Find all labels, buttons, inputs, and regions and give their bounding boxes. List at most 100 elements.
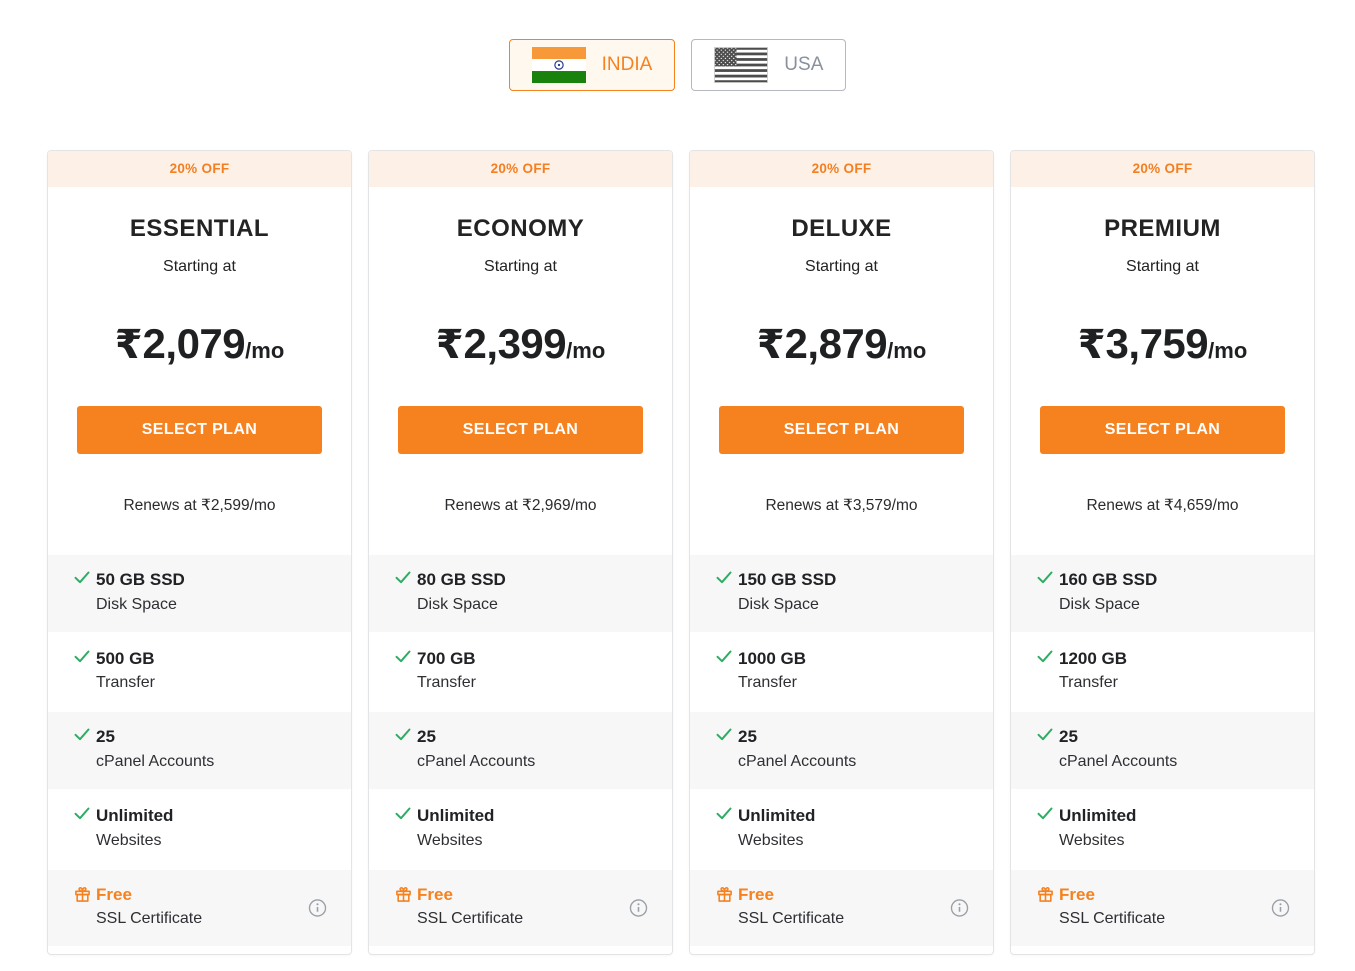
gift-icon xyxy=(74,886,96,903)
feature-value: 1000 GB xyxy=(738,647,806,672)
feature-label: SSL Certificate xyxy=(1059,907,1165,931)
feature-list: 150 GB SSD Disk Space 1000 GB Transfer xyxy=(690,555,993,946)
feature-value: Free xyxy=(96,883,202,908)
check-icon xyxy=(395,650,417,663)
feature-row-cpanel: 25 cPanel Accounts xyxy=(690,710,993,789)
feature-row-ssl: Free SSL Certificate xyxy=(48,868,351,947)
price-period: /mo xyxy=(1208,338,1247,363)
feature-row-cpanel: 25 cPanel Accounts xyxy=(369,710,672,789)
feature-value: 150 GB SSD xyxy=(738,568,836,593)
country-button-usa[interactable]: USA xyxy=(691,39,846,91)
feature-label: Transfer xyxy=(417,671,476,695)
check-icon xyxy=(1037,728,1059,741)
feature-row-ssl: Free SSL Certificate xyxy=(369,868,672,947)
india-flag-icon xyxy=(532,47,586,83)
select-plan-button[interactable]: SELECT PLAN xyxy=(398,406,643,454)
discount-badge: 20% OFF xyxy=(1011,151,1314,187)
feature-label: cPanel Accounts xyxy=(738,750,856,774)
plan-name: PREMIUM xyxy=(1011,215,1314,243)
feature-row-disk: 160 GB SSD Disk Space xyxy=(1011,555,1314,632)
feature-row-transfer: 1200 GB Transfer xyxy=(1011,632,1314,711)
check-icon xyxy=(74,650,96,663)
price-period: /mo xyxy=(566,338,605,363)
check-icon xyxy=(395,571,417,584)
feature-value: 1200 GB xyxy=(1059,647,1127,672)
feature-label: SSL Certificate xyxy=(738,907,844,931)
check-icon xyxy=(1037,807,1059,820)
starting-at-label: Starting at xyxy=(369,258,672,276)
feature-value: 25 xyxy=(417,725,535,750)
feature-value: Free xyxy=(1059,883,1165,908)
usa-flag-icon xyxy=(714,47,768,83)
check-icon xyxy=(716,571,738,584)
feature-value: 25 xyxy=(96,725,214,750)
select-plan-button[interactable]: SELECT PLAN xyxy=(77,406,322,454)
starting-at-label: Starting at xyxy=(690,258,993,276)
starting-at-label: Starting at xyxy=(48,258,351,276)
check-icon xyxy=(1037,571,1059,584)
feature-label: Disk Space xyxy=(417,593,506,617)
feature-label: Disk Space xyxy=(96,593,185,617)
feature-label: Websites xyxy=(1059,829,1136,853)
feature-value: Unlimited xyxy=(417,804,494,829)
check-icon xyxy=(395,807,417,820)
feature-row-websites: Unlimited Websites xyxy=(369,789,672,868)
feature-list: 50 GB SSD Disk Space 500 GB Transfer 2 xyxy=(48,555,351,946)
feature-row-disk: 150 GB SSD Disk Space xyxy=(690,555,993,632)
info-icon[interactable] xyxy=(950,898,969,917)
info-icon[interactable] xyxy=(629,898,648,917)
check-icon xyxy=(716,807,738,820)
feature-row-ssl: Free SSL Certificate xyxy=(1011,868,1314,947)
feature-label: SSL Certificate xyxy=(417,907,523,931)
plan-price: ₹2,079/mo xyxy=(48,320,351,368)
check-icon xyxy=(74,571,96,584)
feature-row-websites: Unlimited Websites xyxy=(48,789,351,868)
price-period: /mo xyxy=(887,338,926,363)
feature-value: 80 GB SSD xyxy=(417,568,506,593)
renewal-price: Renews at ₹4,659/mo xyxy=(1011,496,1314,555)
feature-value: 50 GB SSD xyxy=(96,568,185,593)
feature-label: Disk Space xyxy=(1059,593,1157,617)
price-amount: 2,399 xyxy=(464,320,567,367)
feature-value: 25 xyxy=(1059,725,1177,750)
country-button-india[interactable]: INDIA xyxy=(509,39,676,91)
plan-card: 20% OFF ESSENTIAL Starting at ₹2,079/mo … xyxy=(47,150,352,955)
info-icon[interactable] xyxy=(1271,898,1290,917)
check-icon xyxy=(74,728,96,741)
select-plan-button[interactable]: SELECT PLAN xyxy=(719,406,964,454)
feature-label: Disk Space xyxy=(738,593,836,617)
feature-label: Transfer xyxy=(1059,671,1127,695)
select-plan-button[interactable]: SELECT PLAN xyxy=(1040,406,1285,454)
feature-row-disk: 50 GB SSD Disk Space xyxy=(48,555,351,632)
check-icon xyxy=(716,728,738,741)
feature-label: Websites xyxy=(417,829,494,853)
gift-icon xyxy=(1037,886,1059,903)
country-label-india: INDIA xyxy=(602,54,653,76)
price-amount: 2,079 xyxy=(143,320,246,367)
plans-row: 20% OFF ESSENTIAL Starting at ₹2,079/mo … xyxy=(47,150,1315,955)
feature-row-websites: Unlimited Websites xyxy=(690,789,993,868)
feature-value: Free xyxy=(738,883,844,908)
info-icon[interactable] xyxy=(308,898,327,917)
feature-value: 500 GB xyxy=(96,647,155,672)
price-amount: 2,879 xyxy=(785,320,888,367)
feature-label: SSL Certificate xyxy=(96,907,202,931)
feature-label: Transfer xyxy=(738,671,806,695)
feature-value: 700 GB xyxy=(417,647,476,672)
plan-name: ECONOMY xyxy=(369,215,672,243)
feature-row-transfer: 1000 GB Transfer xyxy=(690,632,993,711)
feature-row-cpanel: 25 cPanel Accounts xyxy=(1011,710,1314,789)
check-icon xyxy=(716,650,738,663)
rupee-symbol: ₹ xyxy=(1078,323,1106,367)
feature-label: Transfer xyxy=(96,671,155,695)
feature-label: cPanel Accounts xyxy=(96,750,214,774)
plan-card: 20% OFF PREMIUM Starting at ₹3,759/mo SE… xyxy=(1010,150,1315,955)
feature-label: cPanel Accounts xyxy=(417,750,535,774)
gift-icon xyxy=(395,886,417,903)
rupee-symbol: ₹ xyxy=(115,323,143,367)
discount-badge: 20% OFF xyxy=(48,151,351,187)
feature-list: 160 GB SSD Disk Space 1200 GB Transfer xyxy=(1011,555,1314,946)
discount-badge: 20% OFF xyxy=(369,151,672,187)
check-icon xyxy=(74,807,96,820)
plan-price: ₹2,879/mo xyxy=(690,320,993,368)
